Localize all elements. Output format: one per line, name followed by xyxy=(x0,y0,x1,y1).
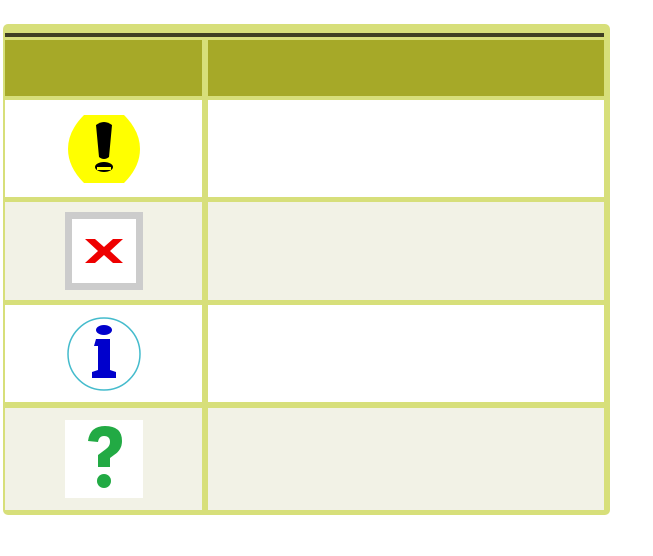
table-row-warning-icon-cell xyxy=(5,100,202,197)
error-icon xyxy=(64,212,143,290)
table-row-error-icon-cell xyxy=(5,202,202,300)
info-icon xyxy=(66,316,142,392)
warning-icon xyxy=(66,113,142,185)
table-row-info-text-cell xyxy=(208,305,604,402)
header-cell-description xyxy=(208,40,604,96)
table-row-warning-text-cell xyxy=(208,100,604,197)
table-top-rule xyxy=(5,33,604,37)
table-row-error-text-cell xyxy=(208,202,604,300)
question-icon xyxy=(64,420,143,498)
table-row-info-icon-cell xyxy=(5,305,202,402)
table-row-question-icon-cell xyxy=(5,408,202,510)
table-row-question-text-cell xyxy=(208,408,604,510)
header-cell-icon xyxy=(5,40,202,96)
